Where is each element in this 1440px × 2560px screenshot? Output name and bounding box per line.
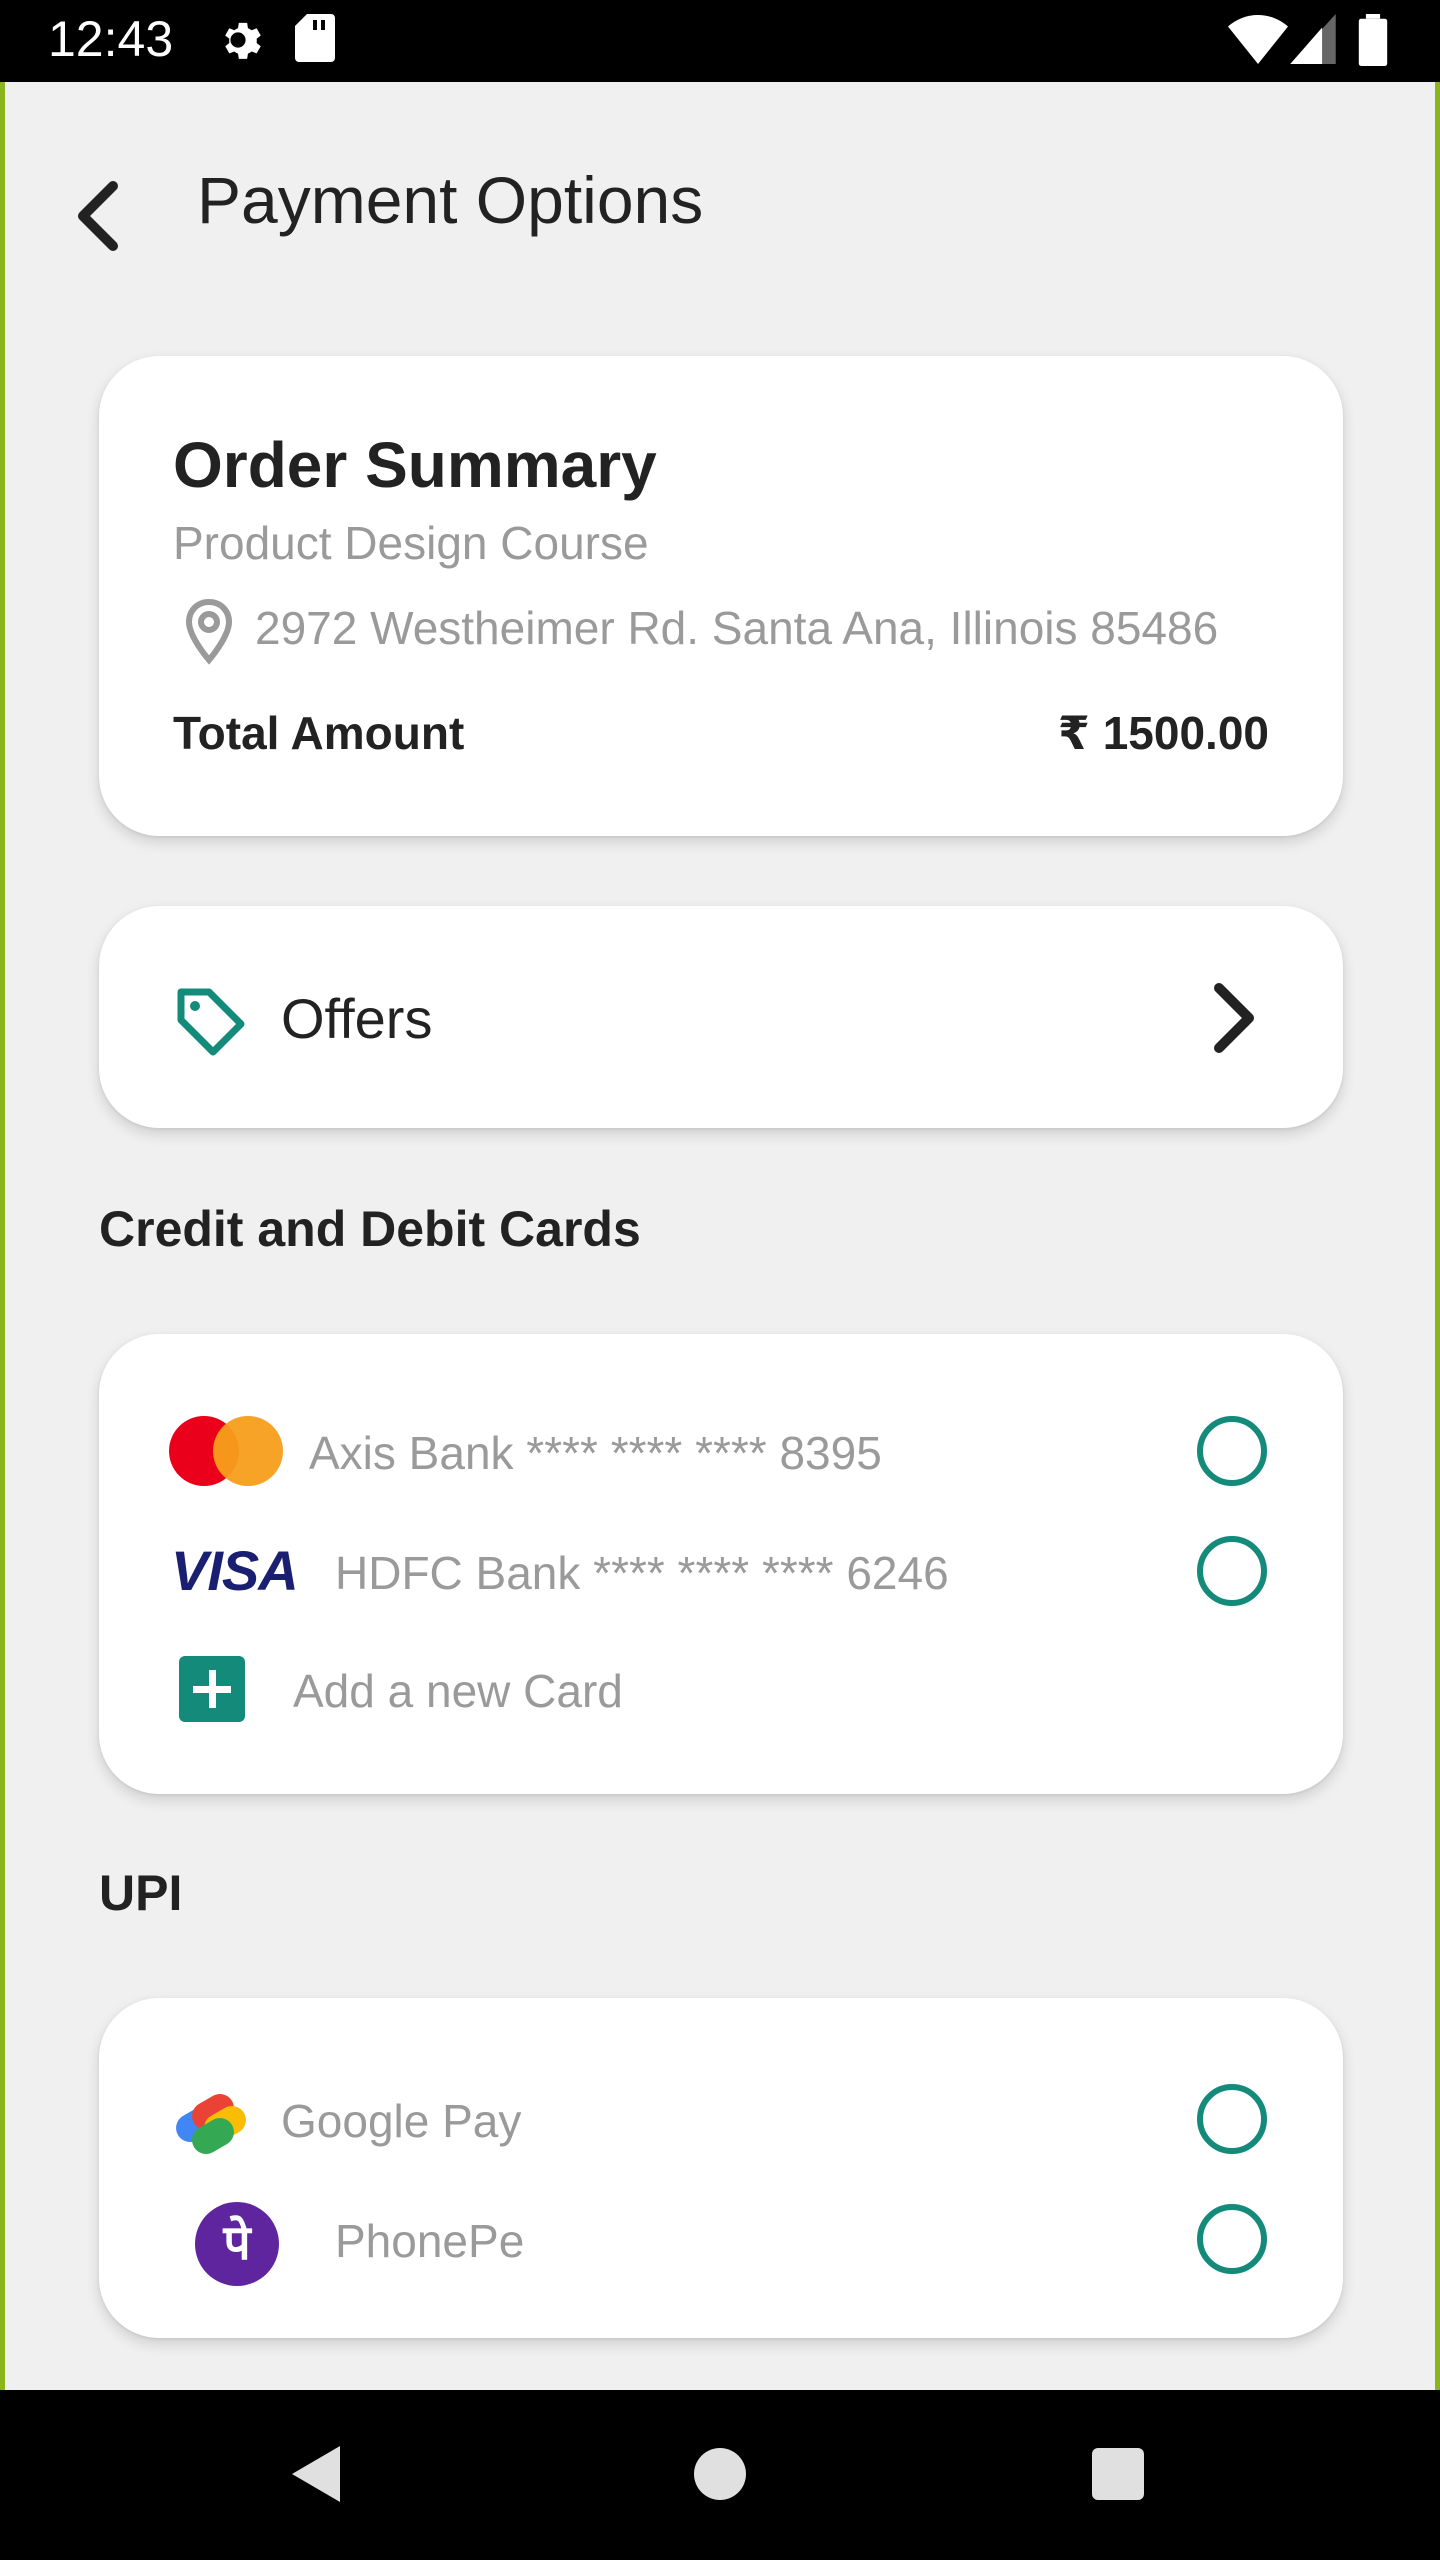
cards-section-heading: Credit and Debit Cards xyxy=(99,1201,641,1257)
offers-card[interactable]: Offers xyxy=(99,906,1343,1128)
card-label: Axis Bank **** **** **** 8395 xyxy=(309,1427,882,1479)
card-radio-hdfc[interactable] xyxy=(1197,1536,1267,1606)
system-nav-bar xyxy=(0,2390,1440,2560)
total-amount-value: ₹ 1500.00 xyxy=(1057,707,1269,759)
wifi-icon xyxy=(1228,14,1288,69)
cards-list-card: Axis Bank **** **** **** 8395 VISA HDFC … xyxy=(99,1334,1343,1794)
phonepe-icon: पे xyxy=(195,2202,279,2286)
delivery-address: 2972 Westheimer Rd. Santa Ana, Illinois … xyxy=(255,602,1219,654)
tag-icon xyxy=(173,984,249,1065)
signal-icon xyxy=(1290,14,1336,69)
upi-radio-phonepe[interactable] xyxy=(1197,2204,1267,2274)
add-card-button[interactable]: Add a new Card xyxy=(99,1644,1343,1734)
nav-home-icon[interactable] xyxy=(694,2448,746,2500)
card-option-axis[interactable]: Axis Bank **** **** **** 8395 xyxy=(99,1406,1343,1496)
upi-option-gpay[interactable]: Google Pay xyxy=(99,2074,1343,2164)
total-amount-label: Total Amount xyxy=(173,707,465,759)
mastercard-icon xyxy=(169,1416,285,1486)
upi-label: Google Pay xyxy=(281,2095,522,2147)
offers-label: Offers xyxy=(281,987,433,1050)
card-label: HDFC Bank **** **** **** 6246 xyxy=(335,1547,949,1599)
plus-icon xyxy=(179,1656,245,1722)
upi-section-heading: UPI xyxy=(99,1865,183,1921)
order-summary-title: Order Summary xyxy=(173,429,657,501)
add-card-label: Add a new Card xyxy=(293,1665,623,1717)
card-option-hdfc[interactable]: VISA HDFC Bank **** **** **** 6246 xyxy=(99,1526,1343,1616)
status-bar: 12:43 xyxy=(0,0,1440,82)
upi-label: PhonePe xyxy=(335,2215,525,2267)
nav-recent-apps-icon[interactable] xyxy=(1092,2448,1144,2500)
visa-icon: VISA xyxy=(171,1539,299,1602)
card-radio-axis[interactable] xyxy=(1197,1416,1267,1486)
upi-list-card: Google Pay पे PhonePe xyxy=(99,1998,1343,2338)
back-arrow-icon xyxy=(78,181,118,251)
page-title: Payment Options xyxy=(197,163,704,237)
order-summary-card: Order Summary Product Design Course 2972… xyxy=(99,356,1343,836)
product-name: Product Design Course xyxy=(173,517,649,569)
sd-card-icon xyxy=(294,14,336,67)
location-pin-icon xyxy=(183,598,235,671)
chevron-right-icon xyxy=(1209,980,1259,1061)
app-bar: Payment Options xyxy=(5,82,1435,312)
settings-icon xyxy=(212,14,264,71)
upi-option-phonepe[interactable]: पे PhonePe xyxy=(99,2194,1343,2286)
status-time: 12:43 xyxy=(48,11,174,67)
google-pay-icon xyxy=(171,2082,257,2163)
back-button[interactable] xyxy=(57,156,137,276)
upi-radio-gpay[interactable] xyxy=(1197,2084,1267,2154)
battery-icon xyxy=(1358,14,1388,71)
screen: Payment Options Order Summary Product De… xyxy=(5,82,1435,2390)
nav-back-icon[interactable] xyxy=(288,2442,344,2511)
